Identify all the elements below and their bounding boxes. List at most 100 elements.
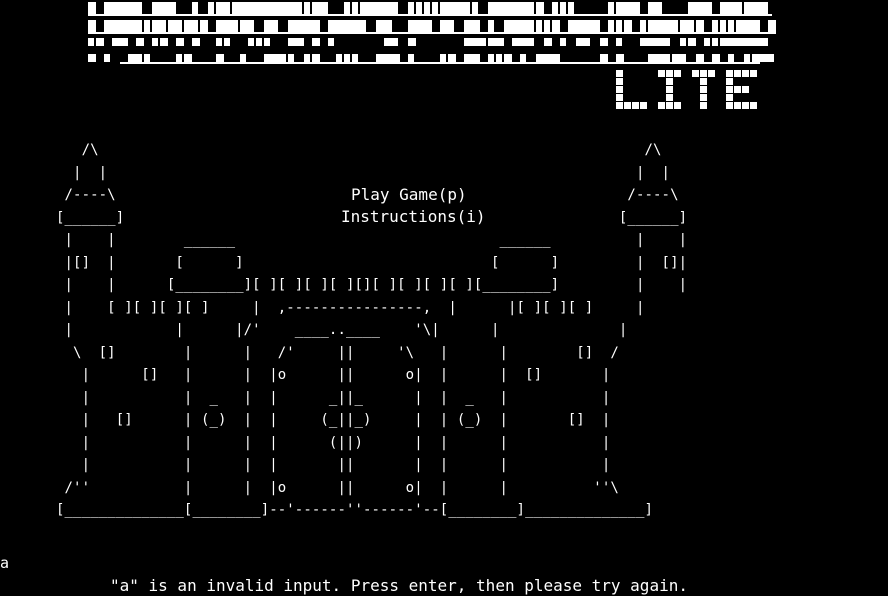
logo-block [96,38,104,46]
logo-block [216,54,224,62]
logo-block [544,20,550,34]
logo-lite-block [666,86,673,93]
logo-block [504,2,512,16]
logo-block [296,38,304,46]
logo-block [152,2,160,16]
logo-block [568,20,576,34]
logo-block [648,20,656,34]
logo-block [104,54,110,62]
logo-lite-block [708,70,715,77]
logo-block [152,20,160,34]
logo-block [176,20,182,34]
logo-lite-block [674,70,681,77]
logo-block [744,38,752,46]
logo-block [288,2,296,16]
logo-block [224,20,232,34]
logo-block [496,54,502,62]
logo-block [88,2,96,16]
logo-block [344,2,350,16]
logo-block [384,38,392,46]
logo-block [656,20,664,34]
logo-block [328,20,336,34]
logo-block [472,38,480,46]
logo-block [600,54,608,62]
logo-block [104,20,112,34]
logo-block [728,20,734,34]
logo-block [464,20,472,34]
logo-block [456,2,464,16]
logo-block [128,20,136,34]
logo-block [224,2,230,16]
logo-block [656,54,664,62]
logo-lite-block [726,86,733,93]
logo-block [216,38,222,46]
logo-block [488,2,496,16]
menu-play-game[interactable]: Play Game(p) [351,185,467,205]
logo-lite-block [742,70,749,77]
logo-lite-block [734,102,741,109]
logo-block [728,38,736,46]
logo-block [136,38,144,46]
logo-block [280,54,286,62]
logo-block [256,38,262,46]
logo-rail [92,32,772,34]
logo-block [720,20,726,34]
logo-block [288,54,294,62]
logo-block [728,54,734,62]
logo-block [544,54,552,62]
logo-lite-block [734,86,741,93]
logo-block [552,20,560,34]
logo-block [656,38,664,46]
logo-block [304,54,310,62]
logo-lite-block [726,78,733,85]
logo-block [296,2,302,16]
logo-block [136,54,142,62]
logo-block [248,38,254,46]
logo-block [472,54,480,62]
logo-block [240,54,246,62]
logo-lite-block [726,70,733,77]
console-error-message: "a" is an invalid input. Press enter, th… [110,576,688,595]
logo-lite-block [666,102,673,109]
logo-block [312,20,320,34]
logo-block [752,54,760,62]
logo-block [744,2,752,16]
logo-block [616,54,624,62]
logo-block [696,20,704,34]
logo-block [744,20,752,34]
logo-rail [120,62,760,64]
menu-instructions[interactable]: Instructions(i) [341,207,486,227]
logo-block [256,2,264,16]
logo-block [632,2,640,16]
logo-block [128,54,136,62]
logo-block [640,38,648,46]
logo-block [688,38,696,46]
logo-block [576,20,584,34]
logo-block [488,38,496,46]
logo-lite-block [640,102,647,109]
logo-block [528,2,534,16]
logo-rail [92,14,772,16]
logo-block [552,54,560,62]
logo-block [160,38,168,46]
logo-lite-block [750,102,757,109]
logo-block [136,2,142,16]
logo-block [720,2,728,16]
logo-block [424,20,432,34]
logo-block [216,2,224,16]
logo-block [88,38,94,46]
logo-block [440,54,446,62]
logo-block [504,54,512,62]
logo-block [352,20,360,34]
logo-lite-block [742,86,749,93]
logo-lite-block [632,102,639,109]
logo-block [464,38,472,46]
logo-block [232,20,238,34]
logo-block [608,2,614,16]
logo-block [120,20,128,34]
logo-block [704,2,712,16]
logo-block [536,20,542,34]
logo-block [736,20,744,34]
logo-block [176,54,182,62]
logo-block [472,20,480,34]
